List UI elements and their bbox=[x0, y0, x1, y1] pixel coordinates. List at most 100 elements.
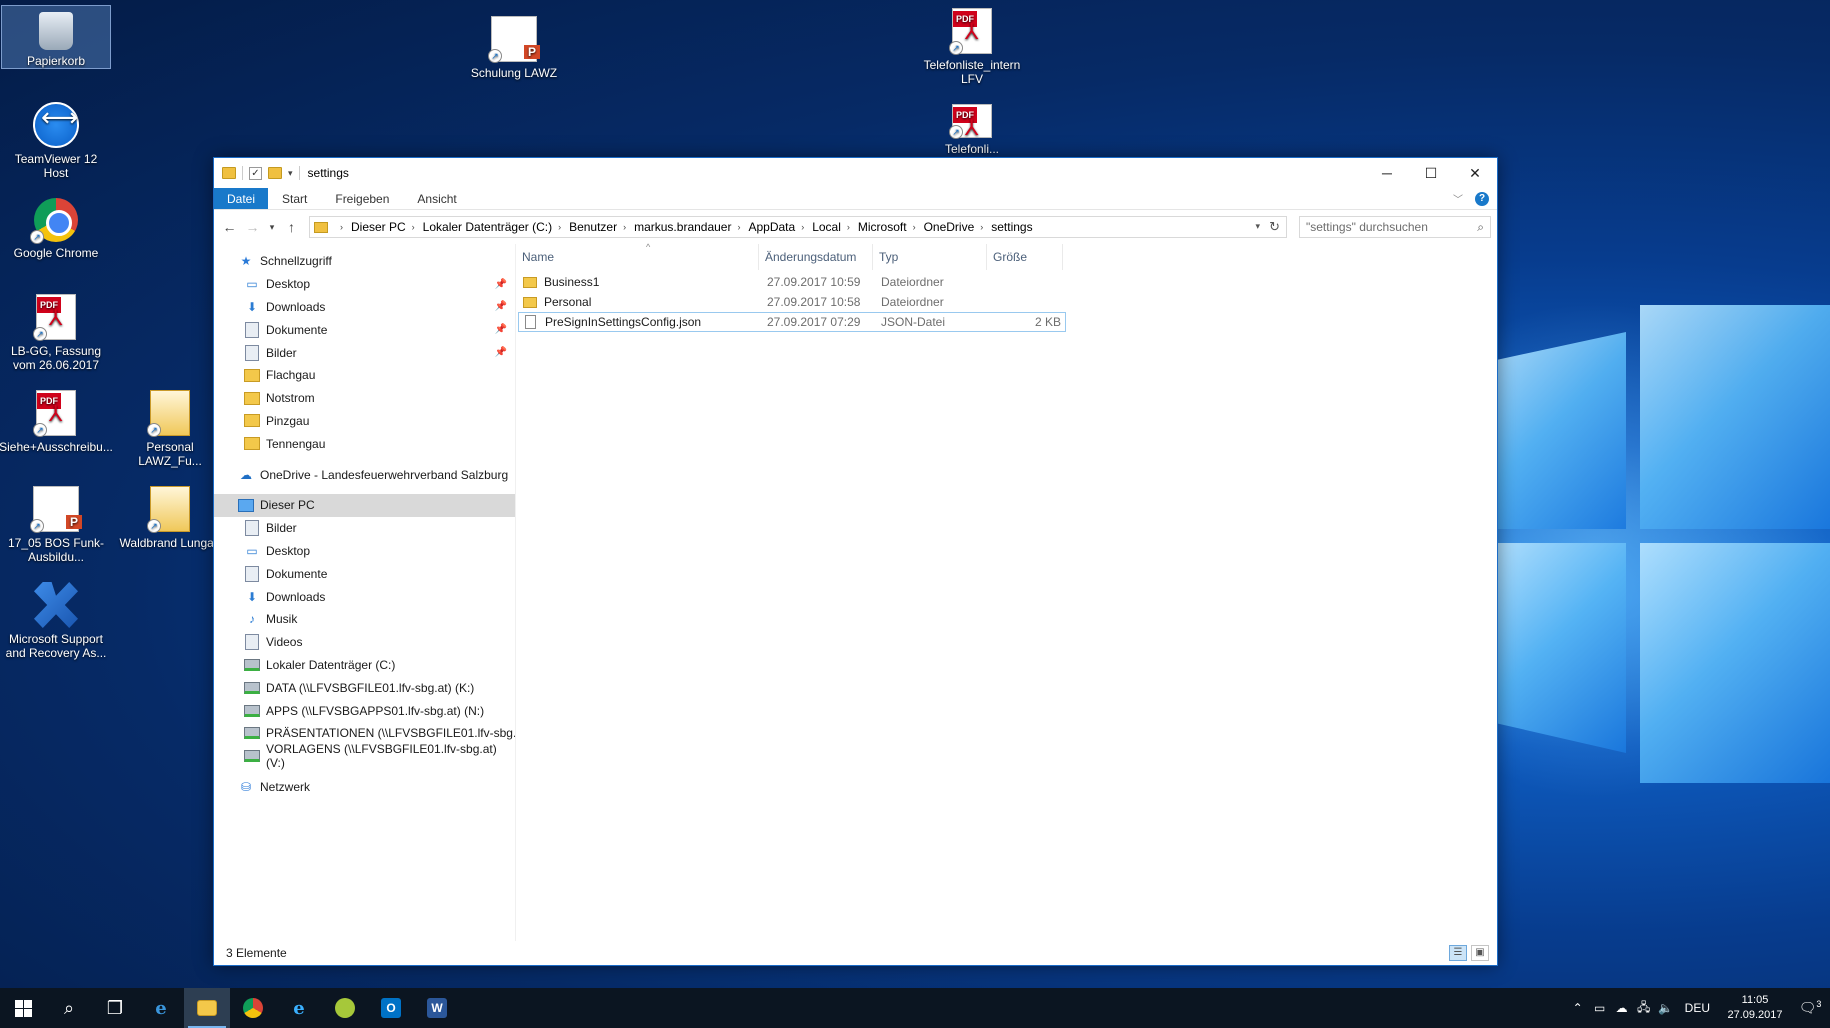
tab-ansicht[interactable]: Ansicht bbox=[403, 188, 470, 209]
nav-item-documents[interactable]: Dokumente 📌 bbox=[214, 318, 515, 341]
properties-icon[interactable]: ✓ bbox=[249, 166, 262, 180]
column-header-type[interactable]: Typ bbox=[873, 244, 987, 270]
battery-icon[interactable]: ▭ bbox=[1589, 1001, 1611, 1015]
search-icon[interactable]: ⌕ bbox=[46, 988, 92, 1028]
breadcrumb-item[interactable]: AppData › bbox=[748, 220, 810, 234]
nav-item-desktop[interactable]: ▭ Desktop 📌 bbox=[214, 273, 515, 296]
nav-item-pictures[interactable]: Bilder 📌 bbox=[214, 341, 515, 364]
chevron-up-icon[interactable]: ⌃ bbox=[1567, 1001, 1589, 1015]
minimize-button[interactable]: ─ bbox=[1365, 158, 1409, 188]
desktop-icon-ausschreibung-pdf[interactable]: ↗ Siehe+Ausschreibu... bbox=[0, 384, 113, 454]
nav-item-downloads[interactable]: ⬇ Downloads 📌 bbox=[214, 296, 515, 319]
nav-item-pc-pictures[interactable]: Bilder bbox=[214, 517, 515, 540]
title-bar[interactable]: ✓ ▾ settings ─ ☐ ✕ bbox=[214, 158, 1497, 188]
file-row[interactable]: Personal 27.09.2017 10:58 Dateiordner bbox=[518, 292, 1066, 312]
nav-item-tennengau[interactable]: Tennengau bbox=[214, 432, 515, 455]
column-header-name[interactable]: Name bbox=[516, 244, 759, 270]
nav-item-this-pc[interactable]: Dieser PC bbox=[214, 493, 515, 517]
nav-item-flachgau[interactable]: Flachgau bbox=[214, 364, 515, 387]
file-row[interactable]: Business1 27.09.2017 10:59 Dateiordner bbox=[518, 272, 1066, 292]
volume-icon[interactable]: 🔈 bbox=[1655, 1001, 1677, 1015]
clock[interactable]: 11:05 27.09.2017 bbox=[1720, 993, 1790, 1023]
breadcrumb-item[interactable]: Dieser PC › bbox=[351, 220, 421, 234]
nav-item-drive-v[interactable]: VORLAGENS (\\LFVSBGFILE01.lfv-sbg.at) (V… bbox=[214, 742, 515, 770]
forward-arrow-icon[interactable]: → bbox=[243, 219, 262, 235]
desktop-icon-bos-funk[interactable]: ↗ 17_05 BOS Funk-Ausbildu... bbox=[1, 480, 111, 564]
address-history-chevron-icon[interactable]: ▾ bbox=[1255, 221, 1260, 232]
large-icons-view-icon[interactable]: ▣ bbox=[1471, 945, 1489, 961]
column-header-date[interactable]: Änderungsdatum bbox=[759, 244, 873, 270]
file-explorer-icon[interactable] bbox=[184, 988, 230, 1028]
network-icon[interactable]: 🖧 bbox=[1633, 998, 1655, 1019]
desktop-icon-schulung-lawz[interactable]: ↗ Schulung LAWZ bbox=[459, 10, 569, 80]
pin-icon: 📌 bbox=[494, 278, 507, 290]
desktop-icon-label: Siehe+Ausschreibu... bbox=[0, 440, 113, 454]
ribbon-tabs: Datei Start Freigeben Ansicht ﹀ ? bbox=[214, 188, 1497, 210]
details-view-icon[interactable]: ☰ bbox=[1449, 945, 1467, 961]
breadcrumb-item[interactable]: markus.brandauer › bbox=[634, 220, 746, 234]
expand-ribbon-chevron-icon[interactable]: ﹀ bbox=[1453, 191, 1463, 206]
action-center-icon[interactable]: 🗨3 bbox=[1790, 999, 1830, 1017]
music-note-icon: ♪ bbox=[249, 612, 255, 627]
desktop-icon-ms-support[interactable]: Microsoft Support and Recovery As... bbox=[1, 576, 111, 660]
breadcrumb-separator-icon[interactable]: › bbox=[340, 222, 343, 232]
desktop-icon-lbgg-pdf[interactable]: ↗ LB-GG, Fassung vom 26.06.2017 bbox=[1, 288, 111, 372]
help-icon[interactable]: ? bbox=[1475, 191, 1489, 206]
onedrive-cloud-icon[interactable]: ☁ bbox=[1611, 1001, 1633, 1015]
internet-explorer-icon[interactable]: e bbox=[276, 988, 322, 1028]
nav-item-quick-access[interactable]: ★ Schnellzugriff bbox=[214, 250, 515, 273]
close-button[interactable]: ✕ bbox=[1453, 158, 1497, 188]
nav-item-drive-k[interactable]: DATA (\\LFVSBGFILE01.lfv-sbg.at) (K:) bbox=[214, 676, 515, 699]
breadcrumb-item[interactable]: Microsoft › bbox=[858, 220, 922, 234]
file-row[interactable]: PreSignInSettingsConfig.json 27.09.2017 … bbox=[518, 312, 1066, 332]
pen-tool-icon[interactable] bbox=[322, 988, 368, 1028]
chrome-icon[interactable] bbox=[230, 988, 276, 1028]
breadcrumb-item[interactable]: Local › bbox=[812, 220, 856, 234]
desktop-icon-chrome[interactable]: ↗ Google Chrome bbox=[1, 192, 111, 260]
nav-item-pc-videos[interactable]: Videos bbox=[214, 631, 515, 654]
breadcrumb-item[interactable]: Lokaler Datenträger (C:) › bbox=[423, 220, 567, 234]
nav-item-drive-n[interactable]: APPS (\\LFVSBGAPPS01.lfv-sbg.at) (N:) bbox=[214, 699, 515, 722]
presentation-file-icon: ↗ bbox=[488, 16, 541, 63]
nav-item-drive-c[interactable]: Lokaler Datenträger (C:) bbox=[214, 654, 515, 677]
search-input[interactable] bbox=[1305, 220, 1466, 234]
nav-item-pc-music[interactable]: ♪ Musik bbox=[214, 608, 515, 631]
maximize-button[interactable]: ☐ bbox=[1409, 158, 1453, 188]
start-button[interactable] bbox=[0, 988, 46, 1028]
documents-icon bbox=[244, 323, 260, 337]
tab-freigeben[interactable]: Freigeben bbox=[321, 188, 403, 209]
desktop-icon-telefonliste[interactable]: ↗ Telefonli... bbox=[917, 98, 1027, 156]
search-box[interactable]: ⌕ bbox=[1298, 216, 1491, 238]
desktop-icon-personal-lawz[interactable]: ↗ Personal LAWZ_Fu... bbox=[115, 384, 225, 468]
nav-item-pc-downloads[interactable]: ⬇ Downloads bbox=[214, 585, 515, 608]
desktop-icon-teamviewer[interactable]: TeamViewer 12 Host bbox=[1, 96, 111, 180]
word-icon[interactable]: W bbox=[414, 988, 460, 1028]
breadcrumb-item[interactable]: OneDrive › bbox=[924, 220, 990, 234]
tab-datei[interactable]: Datei bbox=[214, 188, 269, 209]
nav-item-network[interactable]: ⛁ Netzwerk bbox=[214, 776, 515, 799]
breadcrumb-item-current[interactable]: settings bbox=[991, 220, 1032, 234]
customize-toolbar-chevron-icon[interactable]: ▾ bbox=[288, 168, 293, 179]
desktop-icon-telefonliste-intern[interactable]: ↗ Telefonliste_intern LFV bbox=[917, 2, 1027, 86]
nav-item-notstrom[interactable]: Notstrom bbox=[214, 387, 515, 410]
nav-item-pc-desktop[interactable]: ▭ Desktop bbox=[214, 540, 515, 563]
column-header-size[interactable]: Größe bbox=[987, 244, 1063, 270]
new-folder-icon[interactable] bbox=[268, 167, 282, 179]
outlook-icon[interactable]: O bbox=[368, 988, 414, 1028]
task-view-icon[interactable]: ❐ bbox=[92, 988, 138, 1028]
breadcrumb-item[interactable]: Benutzer › bbox=[569, 220, 632, 234]
desktop-icon-waldbrand[interactable]: ↗ Waldbrand Lungau bbox=[115, 480, 225, 550]
address-bar[interactable]: › Dieser PC › Lokaler Datenträger (C:) › B… bbox=[308, 216, 1287, 238]
nav-item-pinzgau[interactable]: Pinzgau bbox=[214, 410, 515, 433]
nav-item-pc-documents[interactable]: Dokumente bbox=[214, 562, 515, 585]
recent-locations-chevron-icon[interactable]: ▾ bbox=[266, 222, 278, 233]
search-icon[interactable]: ⌕ bbox=[1477, 220, 1484, 235]
refresh-icon[interactable]: ↻ bbox=[1269, 219, 1280, 235]
edge-icon[interactable]: e bbox=[138, 988, 184, 1028]
up-arrow-icon[interactable]: ↑ bbox=[282, 219, 301, 235]
back-arrow-icon[interactable]: ← bbox=[220, 219, 239, 235]
language-indicator[interactable]: DEU bbox=[1685, 1001, 1710, 1015]
nav-item-onedrive[interactable]: ☁ OneDrive - Landesfeuerwehrverband Salzb… bbox=[214, 463, 515, 486]
desktop-icon-recycle-bin[interactable]: Papierkorb bbox=[1, 5, 111, 69]
tab-start[interactable]: Start bbox=[268, 188, 321, 209]
